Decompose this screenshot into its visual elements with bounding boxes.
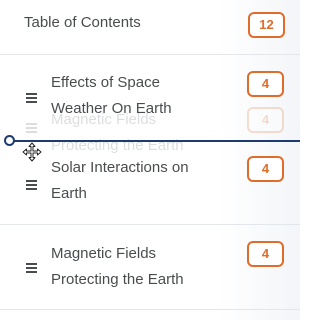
toc-item-count-badge: 4 bbox=[247, 71, 284, 97]
toc-item-count-badge: 4 bbox=[247, 156, 284, 182]
toc-item-solar-interactions[interactable]: Solar Interactions on Earth 4 bbox=[0, 142, 300, 224]
toc-item-magnetic-fields[interactable]: Magnetic Fields Protecting the Earth 4 bbox=[0, 225, 300, 309]
drag-handle-icon[interactable] bbox=[26, 93, 37, 105]
drag-handle-icon[interactable] bbox=[26, 263, 37, 275]
toc-item-label[interactable]: Magnetic Fields Protecting the Earth bbox=[51, 241, 211, 293]
divider bbox=[0, 309, 300, 310]
toc-count-badge: 12 bbox=[248, 12, 285, 38]
drop-indicator-marker bbox=[4, 135, 15, 146]
toc-item-label[interactable]: Solar Interactions on Earth bbox=[51, 155, 211, 207]
drag-handle-icon[interactable] bbox=[26, 180, 37, 192]
move-cursor-icon bbox=[22, 142, 42, 162]
drag-handle-icon bbox=[26, 123, 37, 135]
toc-title: Table of Contents bbox=[24, 14, 141, 31]
drop-indicator-line bbox=[12, 140, 300, 142]
dragged-item-count-badge: 4 bbox=[247, 107, 284, 133]
toc-header[interactable]: Table of Contents 12 bbox=[0, 0, 300, 54]
toc-item-count-badge: 4 bbox=[247, 241, 284, 267]
toc-panel: Table of Contents 12 Effects of Space We… bbox=[0, 0, 300, 320]
